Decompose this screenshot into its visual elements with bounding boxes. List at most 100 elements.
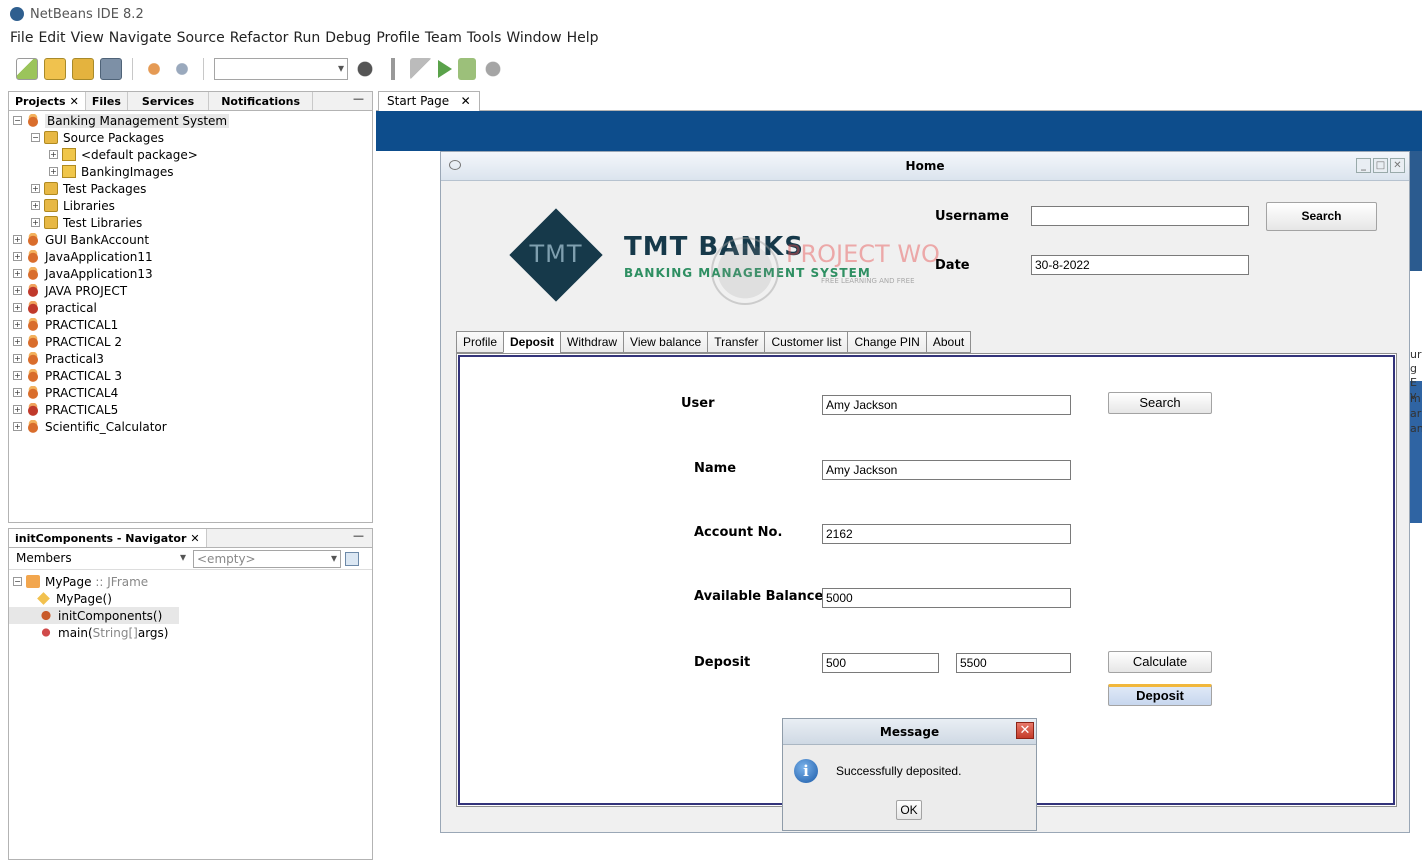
deposit-button[interactable]: Deposit (1108, 684, 1212, 706)
tree-item[interactable]: + Test Libraries (9, 214, 372, 231)
new-file-icon[interactable] (16, 58, 38, 80)
account-input[interactable]: 2162 (822, 524, 1071, 544)
calculate-button[interactable]: Calculate (1108, 651, 1212, 673)
collapse-icon[interactable]: − (13, 577, 22, 586)
tree-item[interactable]: + GUI BankAccount (9, 231, 372, 248)
name-input[interactable]: Amy Jackson (822, 460, 1071, 480)
deposit-amount-input[interactable]: 500 (822, 653, 939, 673)
minimize-icon[interactable]: — (345, 529, 372, 547)
members-combo[interactable]: Members (13, 549, 189, 568)
menu-run[interactable]: Run (293, 30, 320, 50)
save-all-icon[interactable] (100, 58, 122, 80)
build-icon[interactable] (382, 58, 404, 80)
tab-files[interactable]: Files (86, 92, 128, 110)
expand-icon[interactable]: + (13, 354, 22, 363)
tree-item[interactable]: + PRACTICAL1 (9, 316, 372, 333)
collapse-icon[interactable]: − (13, 116, 22, 125)
expand-icon[interactable]: + (13, 422, 22, 431)
clean-build-icon[interactable] (410, 58, 432, 80)
menu-help[interactable]: Help (567, 30, 599, 50)
expand-icon[interactable]: + (13, 405, 22, 414)
menu-refactor[interactable]: Refactor (230, 30, 289, 50)
debug-icon[interactable] (458, 58, 476, 80)
date-input[interactable]: 30-8-2022 (1031, 255, 1249, 275)
tab-projects[interactable]: Projects ✕ (9, 92, 86, 110)
redo-icon[interactable] (171, 58, 193, 80)
maximize-icon[interactable]: □ (1373, 158, 1388, 173)
navigator-member[interactable]: MyPage() (9, 590, 372, 607)
close-icon[interactable]: ✕ (1016, 722, 1034, 739)
expand-icon[interactable]: + (31, 201, 40, 210)
expand-icon[interactable]: + (31, 218, 40, 227)
menu-file[interactable]: File (10, 30, 33, 50)
tab-change-pin[interactable]: Change PIN (847, 331, 926, 353)
menu-edit[interactable]: Edit (38, 30, 65, 50)
tab-about[interactable]: About (925, 331, 972, 353)
tab-start-page[interactable]: Start Page ✕ (378, 91, 480, 111)
tab-profile[interactable]: Profile (456, 331, 504, 353)
tree-item[interactable]: + PRACTICAL 2 (9, 333, 372, 350)
tree-item[interactable]: − Source Packages (9, 129, 372, 146)
menu-source[interactable]: Source (177, 30, 225, 50)
configuration-combo[interactable] (214, 58, 348, 80)
tree-item[interactable]: + JavaApplication11 (9, 248, 372, 265)
navigator-member[interactable]: initComponents() (9, 607, 179, 624)
new-project-icon[interactable] (44, 58, 66, 80)
menu-navigate[interactable]: Navigate (109, 30, 172, 50)
tab-deposit[interactable]: Deposit (503, 331, 561, 353)
empty-combo[interactable]: <empty> (193, 549, 341, 568)
minimize-icon[interactable]: — (345, 92, 372, 110)
undo-icon[interactable] (143, 58, 165, 80)
tab-services[interactable]: Services (128, 92, 210, 110)
navigator-root[interactable]: − MyPage :: JFrame (9, 573, 372, 590)
tree-item[interactable]: + Test Packages (9, 180, 372, 197)
expand-icon[interactable]: + (49, 167, 58, 176)
expand-icon[interactable]: + (13, 252, 22, 261)
menu-window[interactable]: Window (506, 30, 561, 50)
expand-icon[interactable]: + (31, 184, 40, 193)
expand-icon[interactable]: + (13, 320, 22, 329)
expand-icon[interactable]: + (13, 337, 22, 346)
header-search-button[interactable]: Search (1266, 202, 1377, 231)
deposit-search-button[interactable]: Search (1108, 392, 1212, 414)
run-icon[interactable] (438, 60, 452, 78)
tree-item[interactable]: + PRACTICAL5 (9, 401, 372, 418)
tree-item[interactable]: + JAVA PROJECT (9, 282, 372, 299)
tab-customer-list[interactable]: Customer list (764, 331, 848, 353)
expand-icon[interactable]: + (13, 371, 22, 380)
tree-item[interactable]: + Libraries (9, 197, 372, 214)
close-icon[interactable]: ✕ (1390, 158, 1405, 173)
tree-item[interactable]: + PRACTICAL 3 (9, 367, 372, 384)
menu-debug[interactable]: Debug (325, 30, 371, 50)
navigator-member[interactable]: main(String[] args) (9, 624, 372, 641)
expand-icon[interactable]: + (13, 303, 22, 312)
ok-button[interactable]: OK (896, 800, 922, 820)
tree-item[interactable]: + PRACTICAL4 (9, 384, 372, 401)
menu-tools[interactable]: Tools (467, 30, 502, 50)
balance-input[interactable]: 5000 (822, 588, 1071, 608)
minimize-icon[interactable]: _ (1356, 158, 1371, 173)
menu-profile[interactable]: Profile (376, 30, 420, 50)
filter-icon[interactable] (345, 551, 359, 566)
expand-icon[interactable]: + (49, 150, 58, 159)
tab-navigator[interactable]: initComponents - Navigator ✕ (9, 529, 207, 547)
user-input[interactable]: Amy Jackson (822, 395, 1071, 415)
username-input[interactable] (1031, 206, 1249, 226)
expand-icon[interactable]: + (13, 269, 22, 278)
tab-notifications[interactable]: Notifications (209, 92, 314, 110)
close-icon[interactable]: ✕ (461, 94, 471, 108)
new-balance-input[interactable]: 5500 (956, 653, 1071, 673)
profile-icon[interactable] (482, 58, 504, 80)
close-icon[interactable]: ✕ (70, 95, 79, 108)
close-icon[interactable]: ✕ (190, 532, 199, 545)
globe-icon[interactable] (354, 58, 376, 80)
menu-view[interactable]: View (71, 30, 104, 50)
expand-icon[interactable]: + (13, 286, 22, 295)
tree-item[interactable]: + practical (9, 299, 372, 316)
tree-item[interactable]: + Practical3 (9, 350, 372, 367)
collapse-icon[interactable]: − (31, 133, 40, 142)
tree-item[interactable]: + JavaApplication13 (9, 265, 372, 282)
tree-item[interactable]: + <default package> (9, 146, 372, 163)
tree-item[interactable]: + BankingImages (9, 163, 372, 180)
tree-item[interactable]: − Banking Management System (9, 112, 372, 129)
